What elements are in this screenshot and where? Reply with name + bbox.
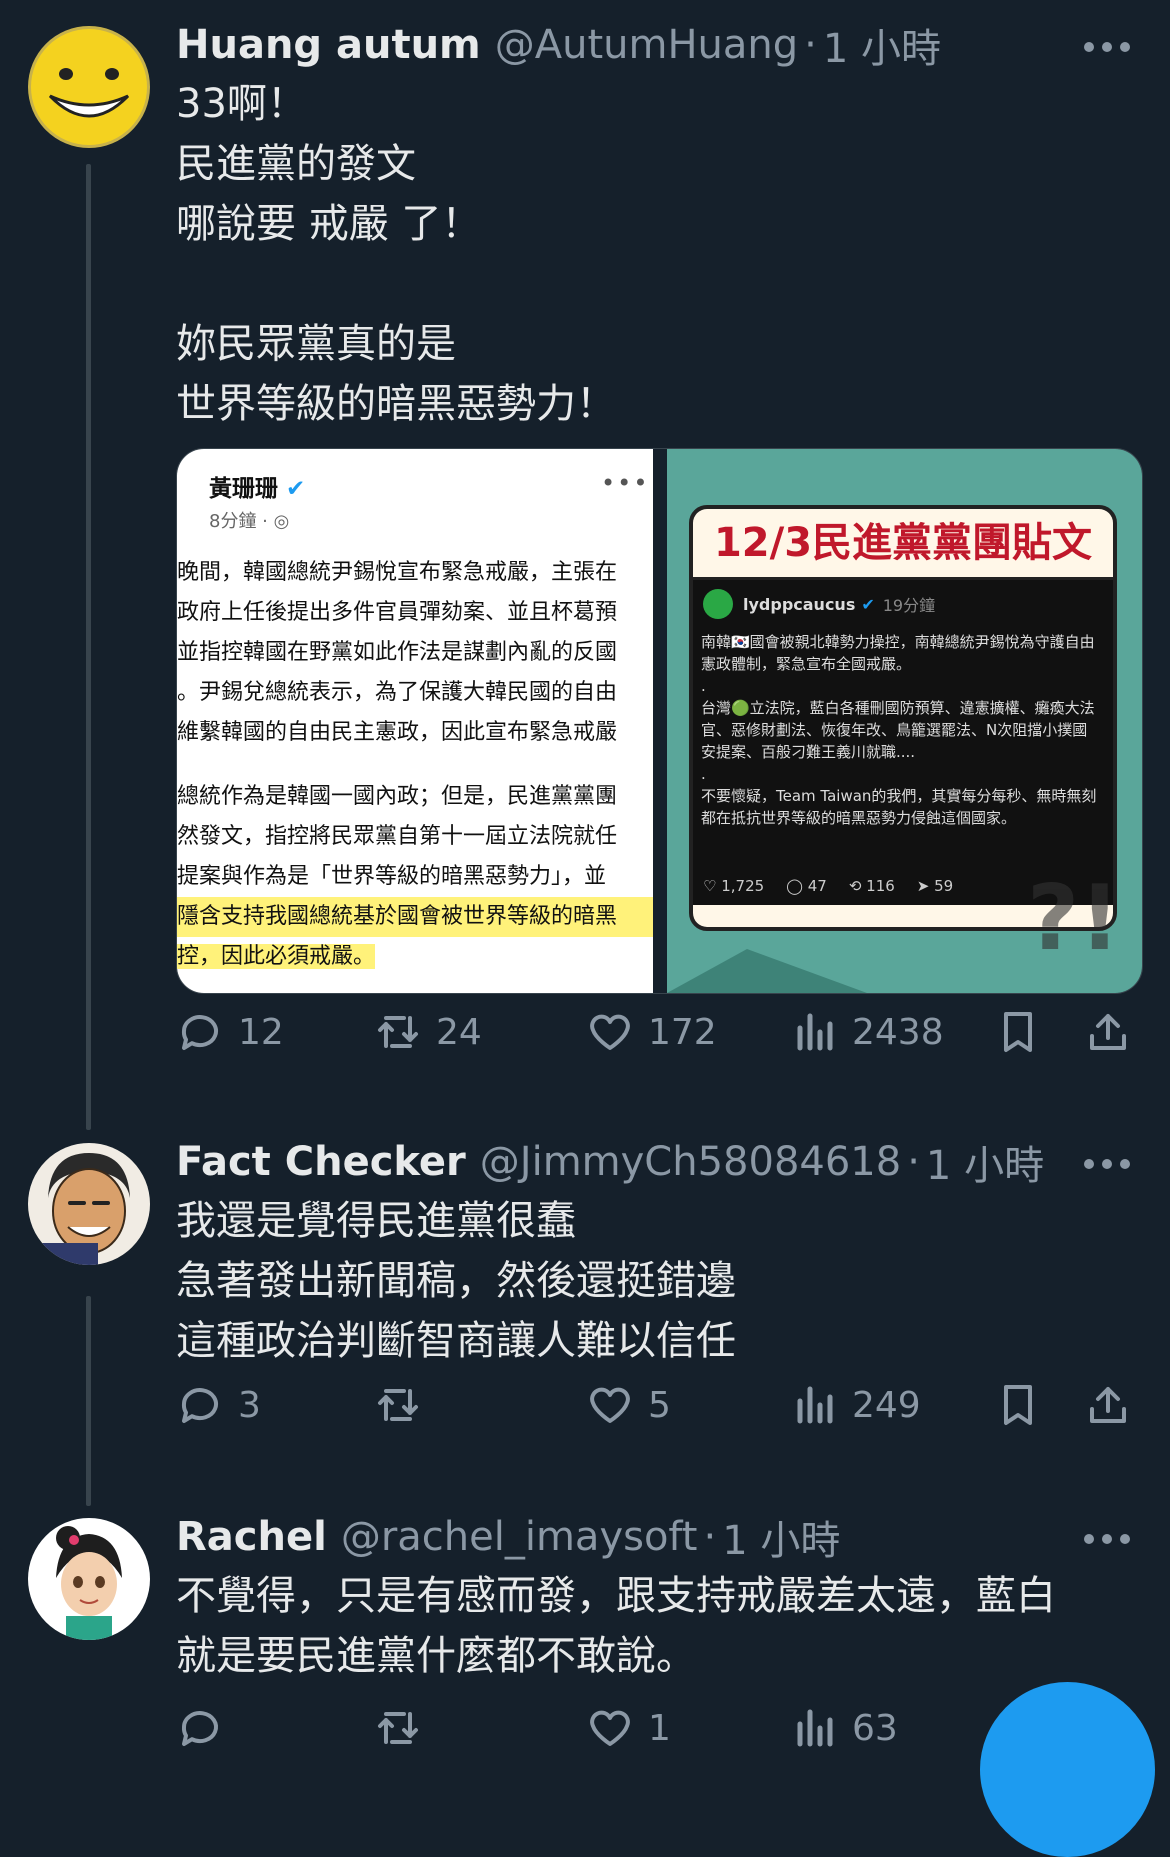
compose-fab-button[interactable] [980,1682,1155,1857]
tweet-actions: 3 5 249 [176,1375,1136,1435]
thread-line [86,164,91,1130]
reply-button[interactable] [176,1698,238,1758]
repost-icon [378,1389,418,1421]
more-options-icon[interactable] [1080,24,1140,68]
like-button[interactable]: 172 [586,1002,717,1062]
separator-dot: · [907,1139,920,1185]
reply-button[interactable]: 12 [176,1002,284,1062]
repost-button[interactable] [374,1698,436,1758]
heart-icon [590,1710,630,1746]
timestamp[interactable]: 1 小時 [926,1133,1044,1191]
post-time: 8分鐘 · ◎ [209,511,290,532]
tweet-header: Rachel @rachel_imaysoft · 1 小時 [176,1508,840,1566]
repost-button[interactable] [374,1375,436,1435]
display-name[interactable]: Huang autum [176,22,481,68]
avatar[interactable] [28,1143,150,1265]
repost-button[interactable]: 24 [374,1002,482,1062]
reply-icon [181,1388,218,1423]
share-icon [1090,1014,1126,1050]
verified-icon: ✔ [286,476,306,502]
post-more-icon: ••• [601,469,650,497]
separator-dot: · [804,22,817,68]
heart-icon [590,1387,630,1423]
more-options-icon[interactable] [1080,1141,1140,1185]
poster-name: 黃珊珊 ✔ [209,476,306,502]
views-button[interactable]: 2438 [790,1002,944,1062]
views-icon [797,1386,833,1424]
like-button[interactable]: 5 [586,1375,671,1435]
bookmark-icon [1004,1012,1032,1052]
post-body: 晚間，韓國總統尹錫悅宣布緊急戒嚴，主張在 政府上任後提出多件官員彈劾案、並且杯葛… [177,553,653,977]
tweet-actions: 12 24 172 2438 [176,1002,1136,1062]
display-name[interactable]: Rachel [176,1514,327,1560]
share-icon [1090,1387,1126,1423]
media-right-graphic: 12/3民進黨黨團貼文 lydppcaucus ✔ 19分鐘 南韓🇰🇷國會被親北… [667,449,1142,993]
bookmark-icon [1004,1385,1032,1425]
views-button[interactable]: 63 [790,1698,898,1758]
svg-text:?!: ?! [1027,866,1120,971]
repost-icon [378,1016,418,1048]
share-button[interactable] [1084,1002,1132,1062]
separator-dot: · [703,1514,717,1560]
tweet-text: 不覺得，只是有感而發，跟支持戒嚴差太遠，藍白 就是要民進黨什麼都不敢說。 [176,1573,1056,1679]
bookmark-button[interactable] [994,1002,1042,1062]
timestamp[interactable]: 1 小時 [722,1508,840,1566]
corner-decoration-icon: ?! [667,866,1120,993]
tweet-text: 我還是覺得民進黨很蠢 急著發出新聞稿，然後還挺錯邊 這種政治判斷智商讓人難以信任 [176,1198,736,1364]
display-name[interactable]: Fact Checker [176,1139,466,1185]
reply-button[interactable]: 3 [176,1375,261,1435]
user-handle[interactable]: @rachel_imaysoft [341,1514,698,1560]
thread-line [86,1296,91,1506]
user-handle[interactable]: @JimmyCh58084618 [480,1139,901,1185]
media-left-screenshot: 黃珊珊 ✔ 8分鐘 · ◎ ••• 晚間，韓國總統尹錫悅宣布緊急戒嚴，主張在 政… [177,449,653,993]
heart-icon [590,1014,630,1050]
more-options-icon[interactable] [1080,1516,1140,1560]
avatar-cartoon-face-icon [28,1143,150,1265]
tweet-header: Huang autum @AutumHuang · 1 小時 [176,16,941,74]
tweet-text: 33啊！ 民進黨的發文 哪說要 戒嚴 了！ 妳民眾黨真的是 世界等級的暗黑惡勢力… [176,81,616,427]
avatar-smiley-icon [28,26,150,148]
reply-icon [181,1711,218,1746]
tweet-media[interactable]: 黃珊珊 ✔ 8分鐘 · ◎ ••• 晚間，韓國總統尹錫悅宣布緊急戒嚴，主張在 政… [176,448,1143,994]
share-button[interactable] [1084,1375,1132,1435]
views-icon [797,1709,833,1747]
avatar[interactable] [28,26,150,148]
user-handle[interactable]: @AutumHuang [495,22,798,68]
tweet-header: Fact Checker @JimmyCh58084618 · 1 小時 [176,1133,1044,1191]
views-icon [797,1013,833,1051]
avatar[interactable] [28,1518,150,1640]
like-button[interactable]: 1 [586,1698,671,1758]
bookmark-button[interactable] [994,1375,1042,1435]
views-button[interactable]: 249 [790,1375,921,1435]
globe-icon: ◎ [273,511,290,532]
repost-icon [378,1712,418,1744]
avatar-cartoon-girl-icon [28,1518,150,1640]
timestamp[interactable]: 1 小時 [823,16,941,74]
reply-icon [181,1015,218,1050]
